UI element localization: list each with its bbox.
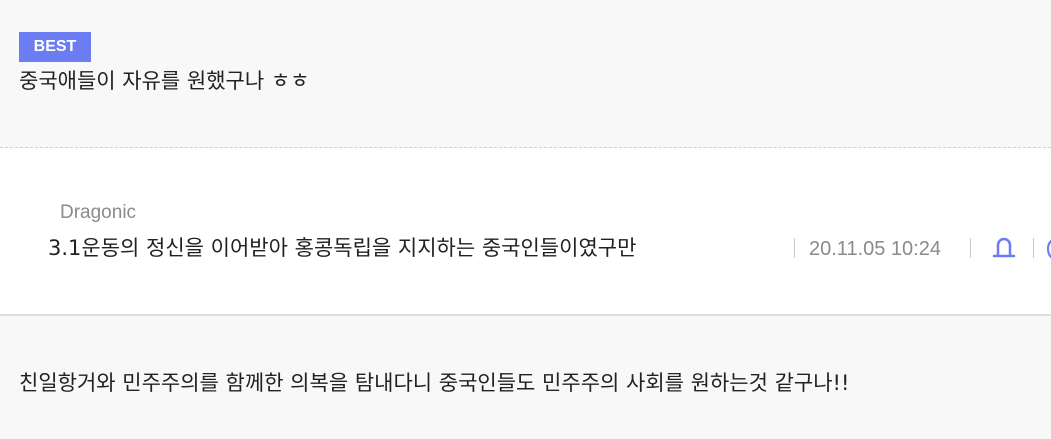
separator (794, 238, 795, 258)
separator (1033, 238, 1034, 258)
reply-author[interactable]: Dragonic (60, 202, 136, 224)
report-icon[interactable] (991, 235, 1017, 261)
best-badge: BEST (19, 32, 91, 62)
best-comment-text: 중국애들이 자유를 원했구나 ㅎㅎ (19, 69, 310, 93)
reply-comment: Dragonic 3.1운동의 정신을 이어받아 홍콩독립을 지지하는 중국인들… (0, 148, 1051, 316)
reply-comment-text: 3.1운동의 정신을 이어받아 홍콩독립을 지지하는 중국인들이였구만 (48, 236, 637, 260)
more-icon[interactable] (1046, 238, 1051, 260)
separator (970, 238, 971, 258)
comment: 친일항거와 민주주의를 함께한 의복을 탐내다니 중국인들도 민주주의 사회를 … (0, 316, 1051, 439)
reply-timestamp: 20.11.05 10:24 (809, 238, 941, 260)
best-comment: BEST 중국애들이 자유를 원했구나 ㅎㅎ (0, 0, 1051, 148)
comment-text: 친일항거와 민주주의를 함께한 의복을 탐내다니 중국인들도 민주주의 사회를 … (19, 371, 850, 395)
